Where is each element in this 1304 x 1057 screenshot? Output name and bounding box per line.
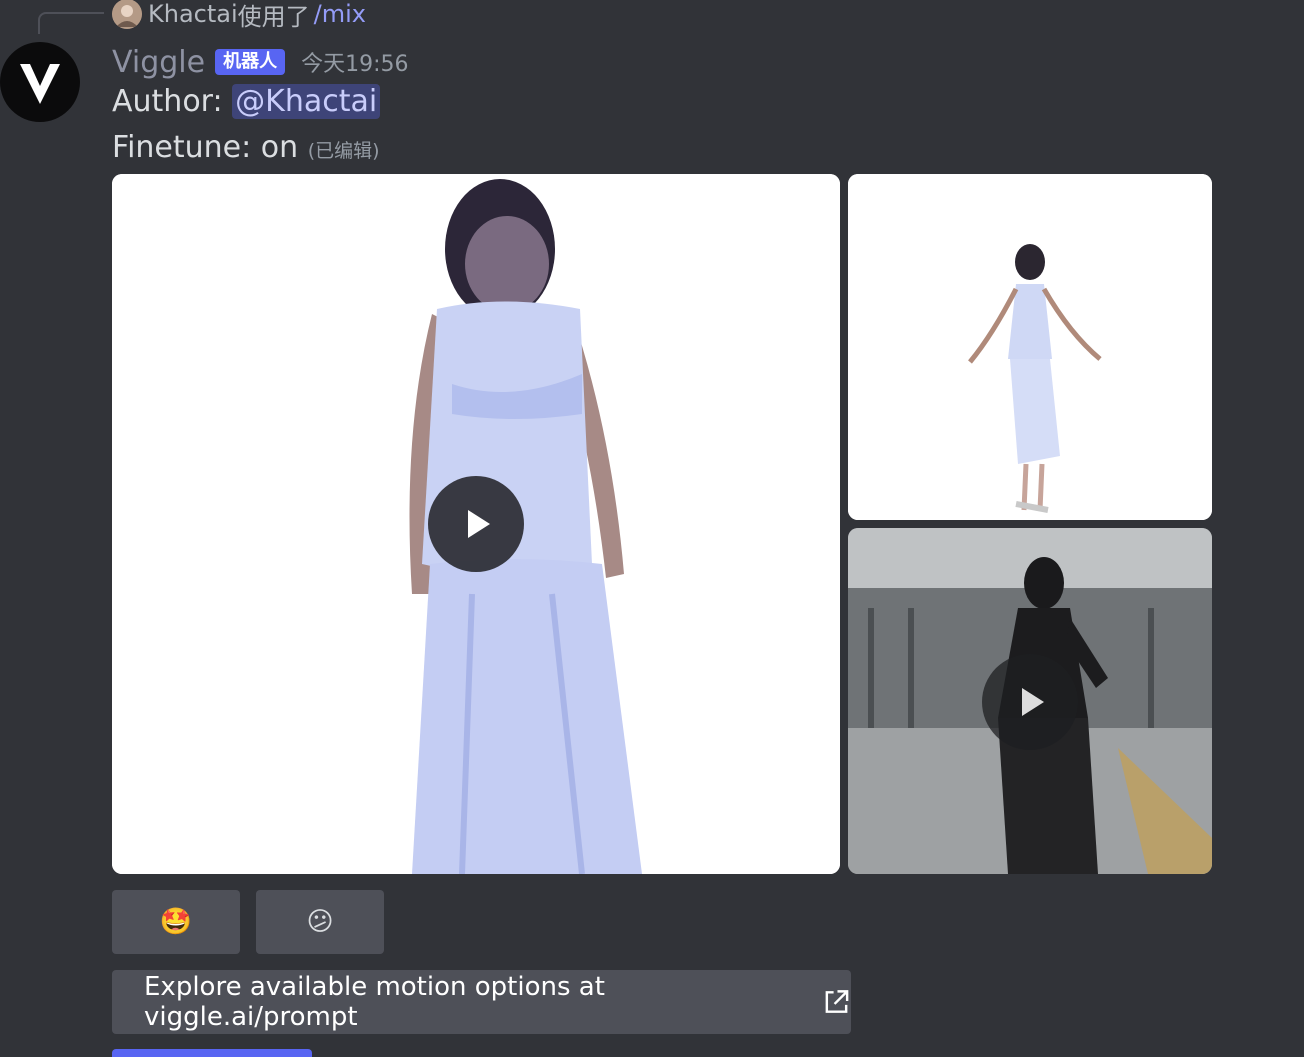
- confused-face-icon: 😕: [306, 907, 334, 937]
- play-button[interactable]: [982, 654, 1078, 750]
- video-attachment-main[interactable]: [112, 174, 840, 874]
- reply-username[interactable]: Khactai: [148, 0, 238, 28]
- finetune-line: Finetune: on (已编辑): [112, 130, 380, 165]
- reply-action: 使用了: [237, 2, 310, 31]
- external-link-icon: [825, 990, 849, 1013]
- play-button[interactable]: [428, 476, 524, 572]
- star-struck-button[interactable]: 🤩: [112, 890, 240, 954]
- edited-label: (已编辑): [307, 140, 380, 162]
- next-button-edge[interactable]: [112, 1049, 312, 1057]
- play-icon: [468, 510, 490, 538]
- reply-reference[interactable]: Khactai 使用了/mix: [112, 0, 366, 31]
- author-line: Author: @Khactai: [112, 84, 381, 119]
- star-struck-icon: 🤩: [159, 907, 193, 937]
- message-header: Viggle 机器人 今天19:56: [112, 42, 408, 82]
- bot-username[interactable]: Viggle: [112, 45, 205, 80]
- viggle-logo-icon: [20, 63, 60, 104]
- message-timestamp[interactable]: 今天19:56: [301, 46, 408, 78]
- explore-motion-link-button[interactable]: Explore available motion options at vigg…: [112, 970, 851, 1034]
- author-mention[interactable]: @Khactai: [232, 84, 381, 119]
- play-icon: [1022, 688, 1044, 716]
- link-button-label: Explore available motion options at vigg…: [144, 972, 605, 1032]
- reference-image: [848, 174, 1212, 520]
- video-attachment-motion[interactable]: [848, 528, 1212, 874]
- finetune-text: Finetune: on: [112, 130, 299, 165]
- reply-user-avatar[interactable]: [112, 0, 142, 29]
- reply-connector: [38, 12, 104, 34]
- reply-command[interactable]: /mix: [314, 0, 366, 28]
- bot-avatar[interactable]: [0, 42, 80, 122]
- confused-button[interactable]: 😕: [256, 890, 384, 954]
- author-label: Author:: [112, 84, 223, 119]
- bot-tag: 机器人: [215, 49, 286, 75]
- image-attachment-reference[interactable]: [848, 174, 1212, 520]
